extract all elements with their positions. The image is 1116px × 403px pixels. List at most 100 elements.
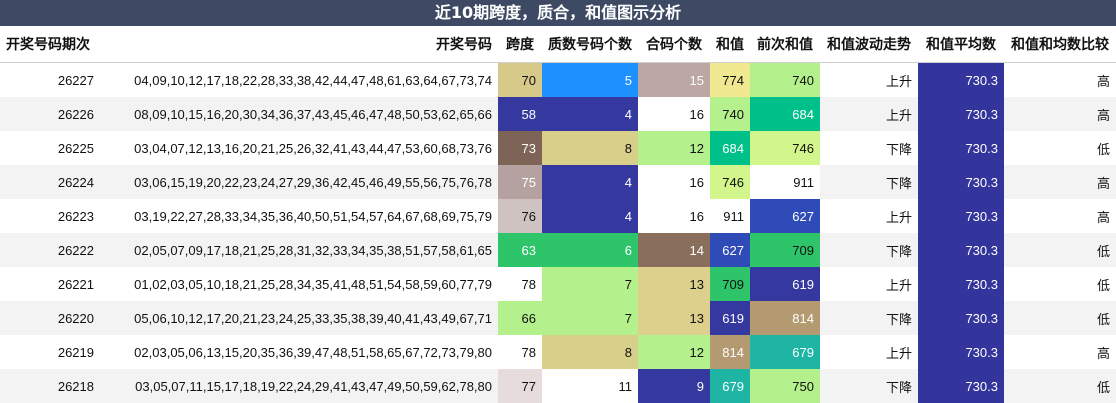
table-row[interactable]: 26227 04,09,10,12,17,18,22,28,33,38,42,44… — [0, 62, 1116, 97]
cell-composite-count: 14 — [638, 233, 710, 267]
cell-numbers: 08,09,10,15,16,20,30,34,36,37,43,45,46,4… — [134, 106, 492, 122]
cell-prime-count: 4 — [542, 199, 638, 233]
cell-compare: 低 — [1096, 141, 1110, 157]
cell-span: 73 — [498, 131, 542, 165]
cell-trend: 上升 — [885, 107, 912, 123]
cell-period: 26226 — [57, 106, 94, 122]
cell-compare: 低 — [1096, 379, 1110, 395]
cell-span: 58 — [498, 97, 542, 131]
cell-numbers: 03,19,22,27,28,33,34,35,36,40,50,51,54,5… — [134, 208, 492, 224]
cell-prev-sum: 911 — [750, 165, 820, 199]
cell-composite-count: 13 — [638, 267, 710, 301]
table-row[interactable]: 26223 03,19,22,27,28,33,34,35,36,40,50,51… — [0, 199, 1116, 233]
cell-sum: 684 — [710, 131, 750, 165]
header-prev-sum[interactable]: 前次和值 — [750, 26, 820, 63]
cell-span: 78 — [498, 335, 542, 369]
cell-prev-sum: 679 — [750, 335, 820, 369]
cell-compare: 低 — [1096, 243, 1110, 259]
cell-span: 77 — [498, 369, 542, 403]
cell-composite-count: 16 — [638, 165, 710, 199]
cell-prime-count: 7 — [542, 267, 638, 301]
cell-prime-count: 6 — [542, 233, 638, 267]
cell-period: 26225 — [57, 140, 94, 156]
table-row[interactable]: 26226 08,09,10,15,16,20,30,34,36,37,43,45… — [0, 97, 1116, 131]
cell-sum: 740 — [710, 97, 750, 131]
cell-sum: 814 — [710, 335, 750, 369]
cell-trend: 下降 — [885, 141, 912, 157]
cell-trend: 上升 — [885, 73, 912, 89]
cell-sum: 774 — [710, 62, 750, 97]
cell-trend: 下降 — [885, 379, 912, 395]
cell-average: 730.3 — [918, 199, 1004, 233]
cell-average: 730.3 — [918, 62, 1004, 97]
header-trend[interactable]: 和值波动走势 — [820, 26, 918, 63]
cell-compare: 高 — [1096, 107, 1110, 123]
table-row[interactable]: 26221 01,02,03,05,10,18,21,25,28,34,35,41… — [0, 267, 1116, 301]
cell-composite-count: 13 — [638, 301, 710, 335]
table-row[interactable]: 26224 03,06,15,19,20,22,23,24,27,29,36,42… — [0, 165, 1116, 199]
cell-average: 730.3 — [918, 335, 1004, 369]
cell-prev-sum: 619 — [750, 267, 820, 301]
cell-sum: 746 — [710, 165, 750, 199]
cell-prev-sum: 684 — [750, 97, 820, 131]
header-period[interactable]: 开奖号码期次 — [0, 26, 100, 63]
cell-sum: 709 — [710, 267, 750, 301]
cell-trend: 上升 — [885, 277, 912, 293]
cell-compare: 低 — [1096, 311, 1110, 327]
table-title: 近10期跨度，质合，和值图示分析 — [0, 0, 1116, 26]
header-compare[interactable]: 和值和均数比较 — [1004, 26, 1116, 63]
header-composite-count[interactable]: 合码个数 — [638, 26, 710, 63]
cell-composite-count: 12 — [638, 335, 710, 369]
analysis-table: 开奖号码期次 开奖号码 跨度 质数号码个数 合码个数 和值 前次和值 和值波动走… — [0, 26, 1116, 403]
cell-period: 26220 — [57, 310, 94, 326]
cell-average: 730.3 — [918, 131, 1004, 165]
cell-period: 26223 — [57, 208, 94, 224]
header-row: 开奖号码期次 开奖号码 跨度 质数号码个数 合码个数 和值 前次和值 和值波动走… — [0, 26, 1116, 63]
cell-composite-count: 12 — [638, 131, 710, 165]
cell-average: 730.3 — [918, 301, 1004, 335]
cell-numbers: 03,05,07,11,15,17,18,19,22,24,29,41,43,4… — [135, 378, 492, 394]
header-average[interactable]: 和值平均数 — [918, 26, 1004, 63]
cell-sum: 627 — [710, 233, 750, 267]
cell-trend: 下降 — [885, 175, 912, 191]
cell-numbers: 02,05,07,09,17,18,21,25,28,31,32,33,34,3… — [134, 242, 492, 258]
cell-numbers: 04,09,10,12,17,18,22,28,33,38,42,44,47,4… — [134, 72, 492, 88]
cell-average: 730.3 — [918, 233, 1004, 267]
table-row[interactable]: 26222 02,05,07,09,17,18,21,25,28,31,32,33… — [0, 233, 1116, 267]
table-row[interactable]: 26218 03,05,07,11,15,17,18,19,22,24,29,41… — [0, 369, 1116, 403]
cell-average: 730.3 — [918, 97, 1004, 131]
table-row[interactable]: 26220 05,06,10,12,17,20,21,23,24,25,33,35… — [0, 301, 1116, 335]
header-span[interactable]: 跨度 — [498, 26, 542, 63]
cell-prime-count: 4 — [542, 97, 638, 131]
cell-span: 75 — [498, 165, 542, 199]
cell-composite-count: 16 — [638, 97, 710, 131]
cell-span: 66 — [498, 301, 542, 335]
cell-sum: 679 — [710, 369, 750, 403]
cell-prime-count: 11 — [542, 369, 638, 403]
cell-prev-sum: 750 — [750, 369, 820, 403]
table-row[interactable]: 26225 03,04,07,12,13,16,20,21,25,26,32,41… — [0, 131, 1116, 165]
cell-trend: 下降 — [885, 311, 912, 327]
cell-composite-count: 15 — [638, 62, 710, 97]
cell-trend: 下降 — [885, 243, 912, 259]
cell-numbers: 03,06,15,19,20,22,23,24,27,29,36,42,45,4… — [134, 174, 492, 190]
cell-average: 730.3 — [918, 369, 1004, 403]
cell-prev-sum: 740 — [750, 62, 820, 97]
cell-prev-sum: 709 — [750, 233, 820, 267]
cell-numbers: 02,03,05,06,13,15,20,35,36,39,47,48,51,5… — [134, 344, 492, 360]
header-numbers[interactable]: 开奖号码 — [100, 26, 498, 63]
table-row[interactable]: 26219 02,03,05,06,13,15,20,35,36,39,47,48… — [0, 335, 1116, 369]
cell-prev-sum: 627 — [750, 199, 820, 233]
cell-span: 78 — [498, 267, 542, 301]
cell-sum: 619 — [710, 301, 750, 335]
cell-period: 26221 — [57, 276, 94, 292]
cell-compare: 高 — [1096, 345, 1110, 361]
header-sum[interactable]: 和值 — [710, 26, 750, 63]
cell-composite-count: 9 — [638, 369, 710, 403]
cell-span: 70 — [498, 62, 542, 97]
cell-compare: 高 — [1096, 209, 1110, 225]
cell-trend: 上升 — [885, 345, 912, 361]
cell-numbers: 03,04,07,12,13,16,20,21,25,26,32,41,43,4… — [134, 140, 492, 156]
header-prime-count[interactable]: 质数号码个数 — [542, 26, 638, 63]
cell-numbers: 05,06,10,12,17,20,21,23,24,25,33,35,38,3… — [134, 310, 492, 326]
